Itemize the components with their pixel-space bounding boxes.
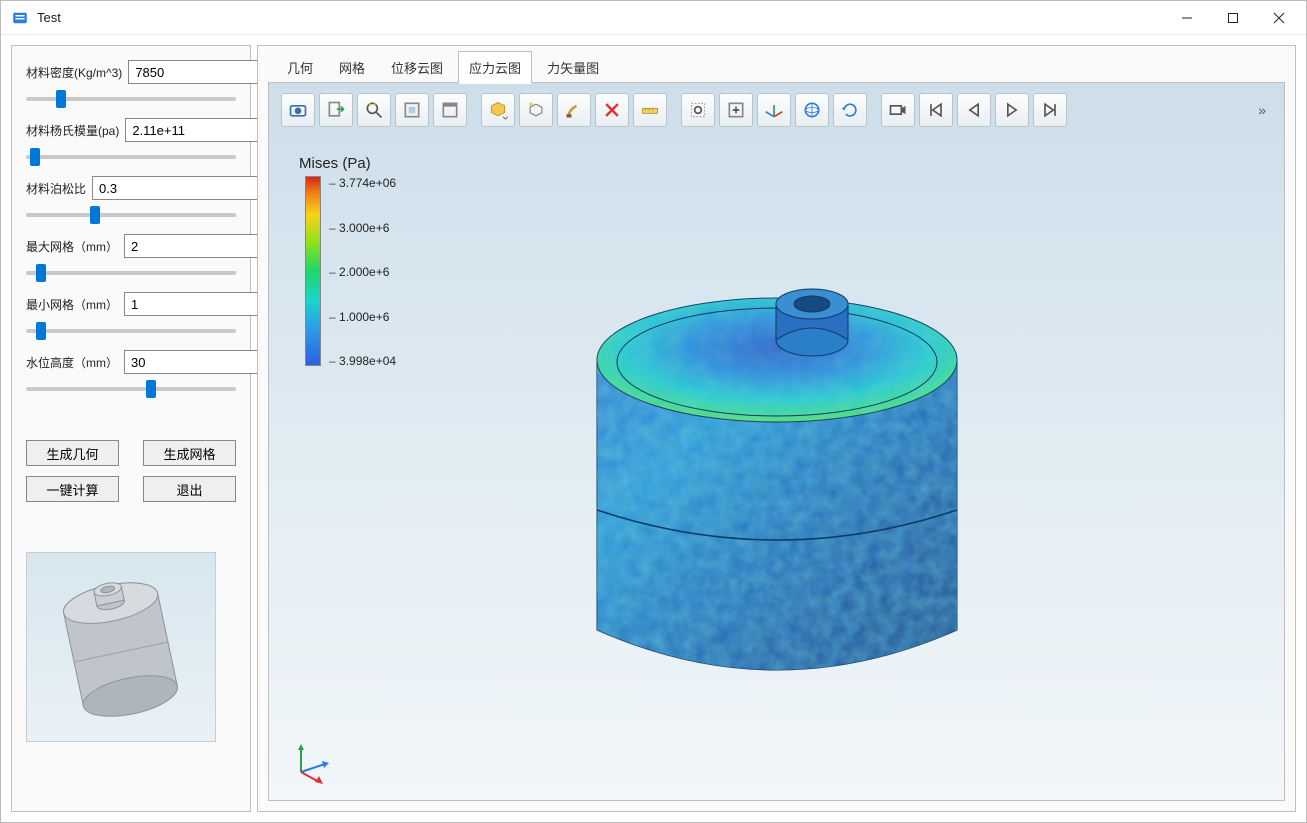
play-prev-icon[interactable] (957, 93, 991, 127)
window-title: Test (37, 10, 61, 25)
calculate-button[interactable]: 一键计算 (26, 476, 119, 502)
generate-geometry-button[interactable]: 生成几何 (26, 440, 119, 466)
legend-tick: 2.000e+6 (329, 265, 396, 279)
param-youngs: 材料杨氏模量(pa) (26, 118, 236, 166)
rotate-icon[interactable] (833, 93, 867, 127)
youngs-slider[interactable] (26, 148, 236, 166)
tab-geometry[interactable]: 几何 (276, 51, 324, 84)
legend-bar (305, 176, 321, 366)
zoom-icon[interactable] (357, 93, 391, 127)
camera-icon[interactable] (281, 93, 315, 127)
legend-title: Mises (Pa) (299, 155, 396, 172)
titlebar: Test (1, 1, 1306, 35)
ruler-icon[interactable] (633, 93, 667, 127)
skip-start-icon[interactable] (919, 93, 953, 127)
model-preview (26, 552, 216, 742)
water-slider[interactable] (26, 380, 236, 398)
cube-light-icon[interactable] (519, 93, 553, 127)
content-area: 材料密度(Kg/m^3) 材料杨氏模量(pa) 材料泊松比 (1, 35, 1306, 822)
maximize-button[interactable] (1210, 3, 1256, 33)
density-label: 材料密度(Kg/m^3) (26, 64, 122, 81)
axis-triad-icon (289, 740, 333, 784)
density-slider[interactable] (26, 90, 236, 108)
fit-icon[interactable] (719, 93, 753, 127)
legend-tick: 3.774e+06 (329, 176, 396, 190)
viewport[interactable]: » Mises (Pa) 3.774e+06 3.000e+6 2.000e+6… (268, 82, 1285, 801)
color-legend: Mises (Pa) 3.774e+06 3.000e+6 2.000e+6 1… (305, 155, 396, 368)
poisson-label: 材料泊松比 (26, 180, 86, 197)
maxmesh-label: 最大网格（mm） (26, 238, 118, 255)
action-buttons: 生成几何 生成网格 一键计算 退出 (26, 440, 236, 502)
poisson-slider[interactable] (26, 206, 236, 224)
app-icon (11, 9, 29, 27)
minmesh-slider[interactable] (26, 322, 236, 340)
legend-tick: 1.000e+6 (329, 310, 396, 324)
result-panel: 几何 网格 位移云图 应力云图 力矢量图 (257, 45, 1296, 812)
toolbar-overflow-icon[interactable]: » (1252, 102, 1272, 118)
parameter-panel: 材料密度(Kg/m^3) 材料杨氏模量(pa) 材料泊松比 (11, 45, 251, 812)
tab-stress[interactable]: 应力云图 (458, 51, 532, 84)
export-icon[interactable] (319, 93, 353, 127)
maxmesh-slider[interactable] (26, 264, 236, 282)
exit-button[interactable]: 退出 (143, 476, 236, 502)
tabbar: 几何 网格 位移云图 应力云图 力矢量图 (258, 46, 1295, 82)
play-next-icon[interactable] (995, 93, 1029, 127)
param-minmesh: 最小网格（mm） (26, 292, 236, 340)
legend-ticks: 3.774e+06 3.000e+6 2.000e+6 1.000e+6 3.9… (329, 176, 396, 368)
tab-force-vector[interactable]: 力矢量图 (536, 51, 610, 84)
preview-graphic (31, 557, 211, 737)
globe-icon[interactable] (795, 93, 829, 127)
param-poisson: 材料泊松比 (26, 176, 236, 224)
brush-icon[interactable] (557, 93, 591, 127)
zoom-area-icon[interactable] (681, 93, 715, 127)
poisson-input[interactable] (92, 176, 282, 200)
legend-tick: 3.000e+6 (329, 221, 396, 235)
water-label: 水位高度（mm） (26, 354, 118, 371)
legend-tick: 3.998e+04 (329, 354, 396, 368)
stress-contour-model (567, 210, 987, 730)
close-button[interactable] (1256, 3, 1302, 33)
cube-dropdown-icon[interactable] (481, 93, 515, 127)
param-density: 材料密度(Kg/m^3) (26, 60, 236, 108)
select-box-icon[interactable] (395, 93, 429, 127)
window-icon[interactable] (433, 93, 467, 127)
skip-end-icon[interactable] (1033, 93, 1067, 127)
tab-mesh[interactable]: 网格 (328, 51, 376, 84)
video-icon[interactable] (881, 93, 915, 127)
youngs-label: 材料杨氏模量(pa) (26, 122, 119, 139)
param-water: 水位高度（mm） (26, 350, 236, 398)
tab-displacement[interactable]: 位移云图 (380, 51, 454, 84)
minmesh-label: 最小网格（mm） (26, 296, 118, 313)
delete-x-icon[interactable] (595, 93, 629, 127)
app-window: Test 材料密度(Kg/m^3) 材料杨氏模量(pa) (0, 0, 1307, 823)
axis-icon[interactable] (757, 93, 791, 127)
param-maxmesh: 最大网格（mm） (26, 234, 236, 282)
minimize-button[interactable] (1164, 3, 1210, 33)
generate-mesh-button[interactable]: 生成网格 (143, 440, 236, 466)
viewport-toolbar: » (277, 91, 1276, 129)
